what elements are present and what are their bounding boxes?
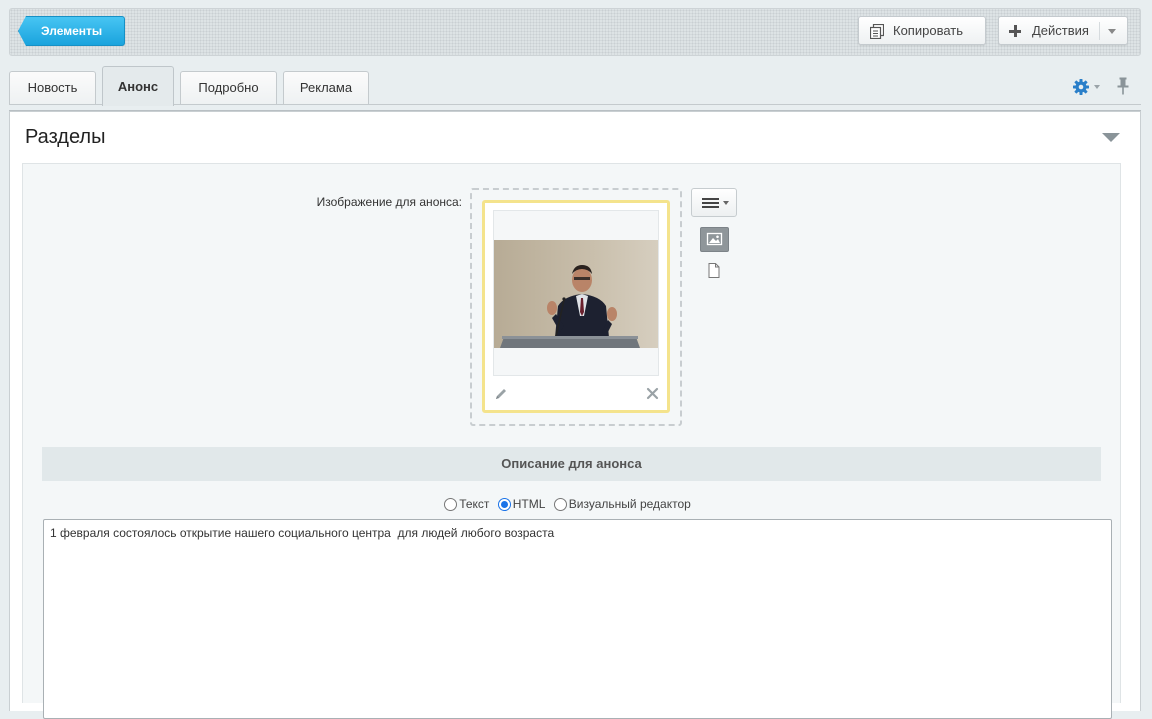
actions-separator bbox=[1099, 22, 1100, 40]
gear-icon[interactable] bbox=[1072, 78, 1090, 96]
section-title: Разделы bbox=[25, 126, 106, 148]
mode-html-label: HTML bbox=[512, 497, 546, 511]
copy-button[interactable]: Копировать bbox=[858, 16, 986, 45]
description-textarea[interactable]: 1 февраля состоялось открытие нашего соц… bbox=[43, 519, 1112, 719]
elements-back-button[interactable]: Элементы bbox=[18, 16, 125, 46]
mode-html-radio[interactable] bbox=[497, 497, 511, 511]
speaker-photo bbox=[494, 240, 658, 348]
tab-news[interactable]: Новость bbox=[9, 71, 96, 105]
menu-chevron-down-icon bbox=[723, 201, 729, 205]
tab-announce[interactable]: Анонс bbox=[102, 66, 174, 106]
description-header: Описание для анонса bbox=[42, 447, 1101, 481]
mode-text-option[interactable]: Текст bbox=[444, 497, 489, 511]
pencil-icon[interactable] bbox=[494, 387, 508, 401]
plus-icon bbox=[1009, 25, 1021, 37]
mode-text-label: Текст bbox=[459, 497, 490, 511]
image-icon bbox=[706, 232, 723, 246]
copy-icon bbox=[870, 24, 884, 39]
tab-advertising[interactable]: Реклама bbox=[283, 71, 369, 105]
mode-html-option[interactable]: HTML bbox=[497, 497, 546, 511]
tab-details[interactable]: Подробно bbox=[180, 71, 277, 105]
mode-visual-radio[interactable] bbox=[553, 497, 567, 511]
mode-text-radio[interactable] bbox=[444, 497, 458, 511]
image-view-button[interactable] bbox=[700, 227, 729, 252]
editor-mode-selector: Текст HTML Визуальный редактор bbox=[0, 497, 1140, 514]
collapse-triangle-icon[interactable] bbox=[1102, 133, 1120, 142]
copy-button-label: Копировать bbox=[893, 23, 963, 38]
preview-image-label: Изображение для анонса: bbox=[316, 195, 462, 209]
gear-chevron-down-icon[interactable] bbox=[1094, 85, 1100, 89]
pin-icon[interactable] bbox=[1116, 77, 1130, 95]
chevron-down-icon[interactable] bbox=[1108, 29, 1116, 34]
close-icon[interactable] bbox=[646, 387, 659, 400]
mode-visual-label: Визуальный редактор bbox=[568, 497, 691, 511]
menu-icon bbox=[702, 198, 719, 208]
mode-visual-option[interactable]: Визуальный редактор bbox=[553, 497, 691, 511]
tab-divider bbox=[9, 104, 1141, 105]
file-icon[interactable] bbox=[708, 263, 720, 278]
image-menu-button[interactable] bbox=[691, 188, 737, 217]
actions-button[interactable]: Действия bbox=[998, 16, 1128, 45]
actions-button-label: Действия bbox=[1032, 23, 1089, 38]
